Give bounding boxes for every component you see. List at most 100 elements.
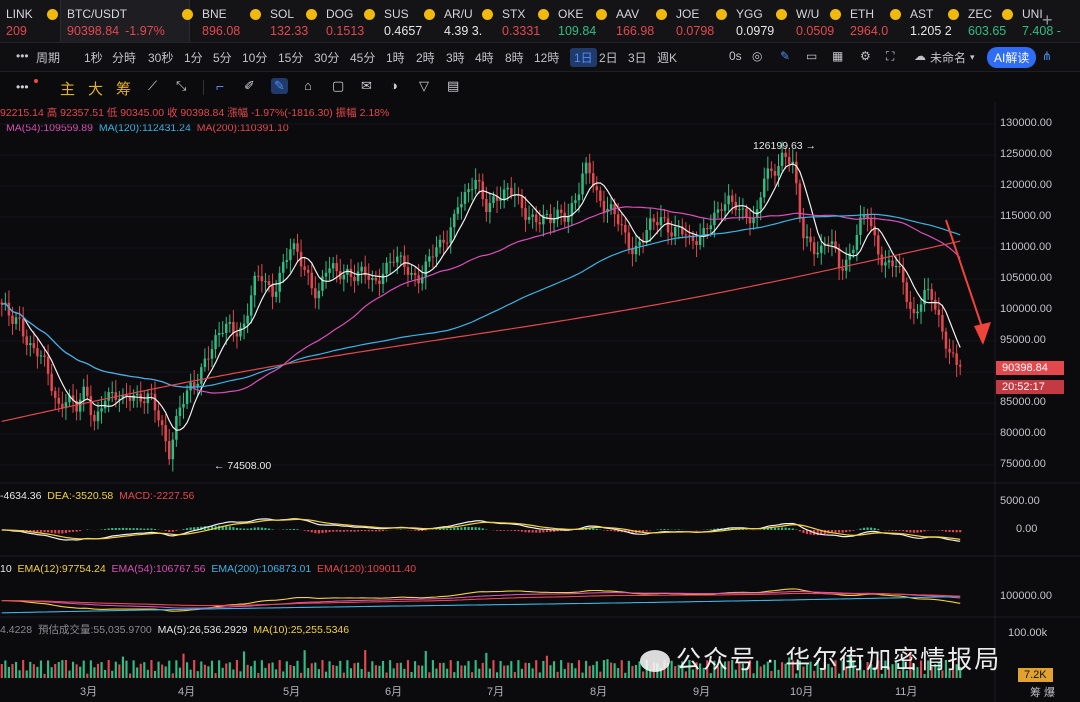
period-button[interactable]: 周期	[36, 49, 60, 66]
candle-body	[912, 308, 916, 314]
coin-icon	[538, 9, 549, 20]
interval-13[interactable]: 8時	[505, 49, 524, 66]
candle-body	[727, 195, 730, 205]
candle-body	[474, 179, 477, 190]
interval-17[interactable]: 3日	[628, 49, 647, 66]
trash-icon[interactable]: ▤	[447, 78, 459, 94]
candle-body	[378, 280, 381, 285]
candle-body	[527, 216, 531, 220]
ticker-tab-ast[interactable]: AST 1.205 2	[890, 0, 956, 42]
interval-11[interactable]: 3時	[446, 49, 465, 66]
ticker-tab-dog[interactable]: DOG 0.1513	[306, 0, 372, 42]
candle-body	[656, 221, 659, 226]
candle-body	[285, 260, 289, 262]
ai-interpret-button[interactable]: AI解读	[987, 47, 1037, 68]
candle-body	[135, 393, 139, 396]
ticker-tab-joe[interactable]: JOE 0.0798	[656, 0, 722, 42]
candle-body	[139, 393, 142, 402]
tab-add-button[interactable]: +	[1042, 10, 1053, 31]
candle-body	[948, 348, 951, 353]
lock-icon[interactable]: ⌂	[304, 78, 312, 93]
ticker-tab-wu[interactable]: W/U 0.0509	[776, 0, 840, 42]
interval-6[interactable]: 15分	[278, 49, 303, 66]
ticker-tab-oke[interactable]: OKE 109.84	[538, 0, 604, 42]
interval-3[interactable]: 1分	[184, 49, 203, 66]
filter-icon[interactable]: ▽	[419, 78, 429, 94]
layout-icon[interactable]: ▭	[806, 49, 817, 63]
share-icon[interactable]: ⋔	[1042, 49, 1052, 63]
ticker-tab-stx[interactable]: STX 0.3331	[482, 0, 546, 42]
edit-icon[interactable]: ✎	[780, 49, 790, 63]
candle-body	[795, 161, 798, 184]
interval-18[interactable]: 週K	[657, 49, 677, 66]
line-tool-icon[interactable]: ⟋	[148, 78, 157, 94]
candle-body	[855, 234, 859, 250]
candle-body	[730, 195, 734, 202]
candle-body	[396, 256, 399, 263]
interval-9[interactable]: 1時	[386, 49, 405, 66]
candle-body	[160, 420, 164, 426]
ma120-value: MA(120):112431.24	[98, 122, 191, 134]
settings-icon[interactable]: ⚙	[860, 49, 871, 63]
interval-16[interactable]: 2日	[599, 49, 618, 66]
more-tools-icon[interactable]: •••	[16, 80, 29, 94]
more-menu-button[interactable]: •••	[16, 49, 29, 63]
cloud-icon[interactable]: ☁	[914, 49, 926, 63]
magnet-icon[interactable]: ◑	[390, 78, 398, 93]
camera-icon[interactable]: ◎	[752, 49, 762, 63]
ticker-tab-eth[interactable]: ETH 2964.0	[830, 0, 896, 42]
ticker-price: 0.4657	[384, 24, 430, 38]
ruler-icon[interactable]: ✐	[244, 78, 255, 94]
interval-4[interactable]: 5分	[213, 49, 232, 66]
ticker-tab-btcusdt[interactable]: BTC/USDT 90398.84 -1.97%	[47, 0, 190, 42]
interval-1[interactable]: 分時	[112, 49, 136, 66]
note-icon[interactable]: ▢	[332, 78, 344, 94]
estimated-volume: 預估成交量:55,035.9700	[37, 624, 152, 636]
candle-body	[121, 394, 125, 399]
interval-15[interactable]: 1日	[570, 48, 597, 67]
interval-7[interactable]: 30分	[314, 49, 339, 66]
candle-body	[930, 289, 933, 300]
ticker-price-value: 0.0509	[796, 24, 835, 38]
candle-body	[303, 266, 306, 270]
candle-body	[666, 218, 670, 233]
ticker-tab-aav[interactable]: AAV 166.98	[596, 0, 662, 42]
grid-icon[interactable]: ▦	[832, 49, 843, 63]
ticker-tab-sus[interactable]: SUS 0.4657	[364, 0, 430, 42]
trend-tool-icon[interactable]: ⤡	[176, 78, 186, 94]
interval-2[interactable]: 30秒	[148, 49, 173, 66]
candle-body	[260, 276, 264, 282]
interval-10[interactable]: 2時	[416, 49, 435, 66]
main-indicator-button[interactable]: 主	[60, 78, 75, 99]
layout-name-dropdown[interactable]: 未命名	[930, 49, 966, 66]
ticker-tab-link[interactable]: LINK 209	[0, 0, 33, 42]
candle-body	[470, 189, 474, 191]
interval-8[interactable]: 45分	[350, 49, 375, 66]
candle-body	[577, 194, 581, 201]
crosshair-tool-icon[interactable]: ⌐	[216, 78, 224, 94]
interval-12[interactable]: 4時	[475, 49, 494, 66]
ticker-tab-zec[interactable]: ZEC 603.65	[948, 0, 1014, 42]
big-order-button[interactable]: 大	[88, 78, 103, 99]
fullscreen-icon[interactable]: ⛶	[886, 49, 894, 64]
chevron-down-icon[interactable]: ▾	[970, 52, 975, 63]
month-label: 5月	[283, 686, 301, 698]
candle-body	[823, 243, 827, 246]
month-label: 8月	[590, 686, 608, 698]
ticker-tab-aru[interactable]: AR/U 4.39 3.	[424, 0, 490, 42]
candle-body	[214, 335, 217, 350]
ticker-tab-ygg[interactable]: YGG 0.0979	[716, 0, 782, 42]
interval-14[interactable]: 12時	[534, 49, 559, 66]
ticker-tab-sol[interactable]: SOL 132.33	[250, 0, 314, 42]
ma200-value: MA(200):110391.10	[196, 122, 289, 134]
brush-tool-icon[interactable]: ✎	[271, 78, 288, 94]
chips-button[interactable]: 筹	[116, 78, 131, 99]
last-price-tag: 90398.84	[996, 361, 1064, 375]
interval-5[interactable]: 10分	[242, 49, 267, 66]
candle-body	[413, 272, 417, 276]
candle-body	[82, 386, 85, 400]
edit-note-icon[interactable]: ✉	[361, 78, 372, 94]
interval-0[interactable]: 1秒	[84, 49, 103, 66]
candle-body	[103, 400, 107, 409]
ticker-tab-bne[interactable]: BNE 896.08	[182, 0, 256, 42]
